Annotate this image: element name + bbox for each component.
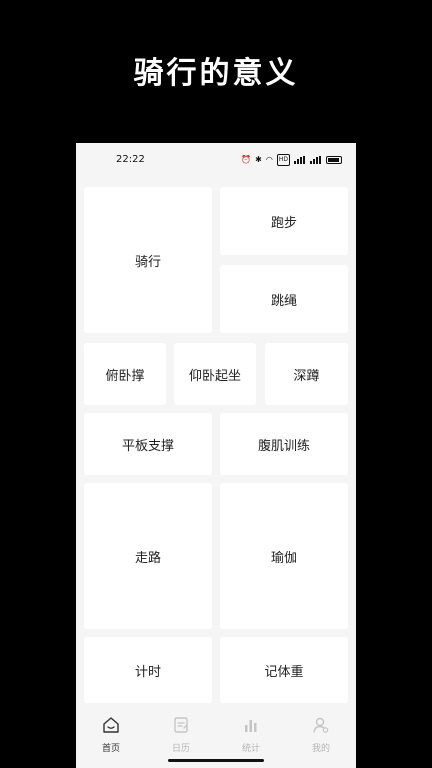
- tab-home[interactable]: 首页: [76, 716, 146, 755]
- tile-weight-log[interactable]: 记体重: [220, 637, 348, 703]
- stats-icon: [245, 720, 257, 732]
- tile-label: 俯卧撑: [105, 368, 145, 384]
- tile-pushup[interactable]: 俯卧撑: [84, 343, 166, 405]
- tile-label: 走路: [134, 550, 161, 566]
- tile-jump-rope[interactable]: 跳绳: [220, 265, 348, 333]
- tile-label: 跳绳: [270, 293, 297, 309]
- tile-label: 记体重: [264, 664, 304, 680]
- tile-label: 瑜伽: [270, 550, 297, 566]
- signal-icon: [294, 156, 306, 164]
- promo-title: 骑行的意义: [133, 56, 299, 91]
- tab-profile[interactable]: 我的: [286, 716, 356, 755]
- hd-badge: HD: [276, 154, 290, 166]
- status-bar: 22:22 ⏰ ✱ ◠ HD: [76, 143, 356, 177]
- tile-label: 仰卧起坐: [188, 368, 241, 384]
- tile-abs[interactable]: 腹肌训练: [220, 413, 348, 475]
- wifi-icon: ◠: [265, 155, 273, 164]
- tile-label: 计时: [134, 664, 161, 680]
- status-time: 22:22: [116, 154, 145, 165]
- tab-calendar[interactable]: 日历: [146, 716, 216, 755]
- tab-label: 首页: [101, 744, 120, 754]
- tab-label: 统计: [241, 744, 260, 754]
- tile-label: 平板支撑: [121, 438, 174, 454]
- tab-label: 我的: [311, 744, 330, 754]
- tab-label: 日历: [171, 744, 190, 754]
- alarm-icon: ⏰: [241, 155, 252, 164]
- tile-walking[interactable]: 走路: [84, 483, 212, 629]
- bluetooth-icon: ✱: [255, 155, 262, 164]
- battery-icon: [326, 156, 342, 164]
- profile-icon: [313, 717, 329, 733]
- tile-label: 腹肌训练: [257, 438, 310, 454]
- tile-plank[interactable]: 平板支撑: [84, 413, 212, 475]
- tile-squat[interactable]: 深蹲: [265, 343, 348, 405]
- home-indicator[interactable]: [168, 759, 264, 762]
- home-icon: [103, 717, 119, 733]
- tile-cycling[interactable]: 骑行: [84, 187, 212, 333]
- tile-timer[interactable]: 计时: [84, 637, 212, 703]
- tile-label: 深蹲: [293, 368, 320, 384]
- tile-label: 跑步: [270, 215, 297, 231]
- tab-stats[interactable]: 统计: [216, 716, 286, 755]
- tile-situp[interactable]: 仰卧起坐: [174, 343, 256, 405]
- signal-icon-2: [310, 156, 322, 164]
- calendar-icon: [174, 717, 188, 733]
- tile-running[interactable]: 跑步: [220, 187, 348, 255]
- phone-screen: 22:22 ⏰ ✱ ◠ HD 骑行 跑步 跳绳 俯卧撑 仰卧起坐 深蹲 平板支撑…: [76, 143, 356, 768]
- tile-yoga[interactable]: 瑜伽: [220, 483, 348, 629]
- status-icons: ⏰ ✱ ◠ HD: [241, 154, 342, 166]
- tile-label: 骑行: [134, 254, 161, 270]
